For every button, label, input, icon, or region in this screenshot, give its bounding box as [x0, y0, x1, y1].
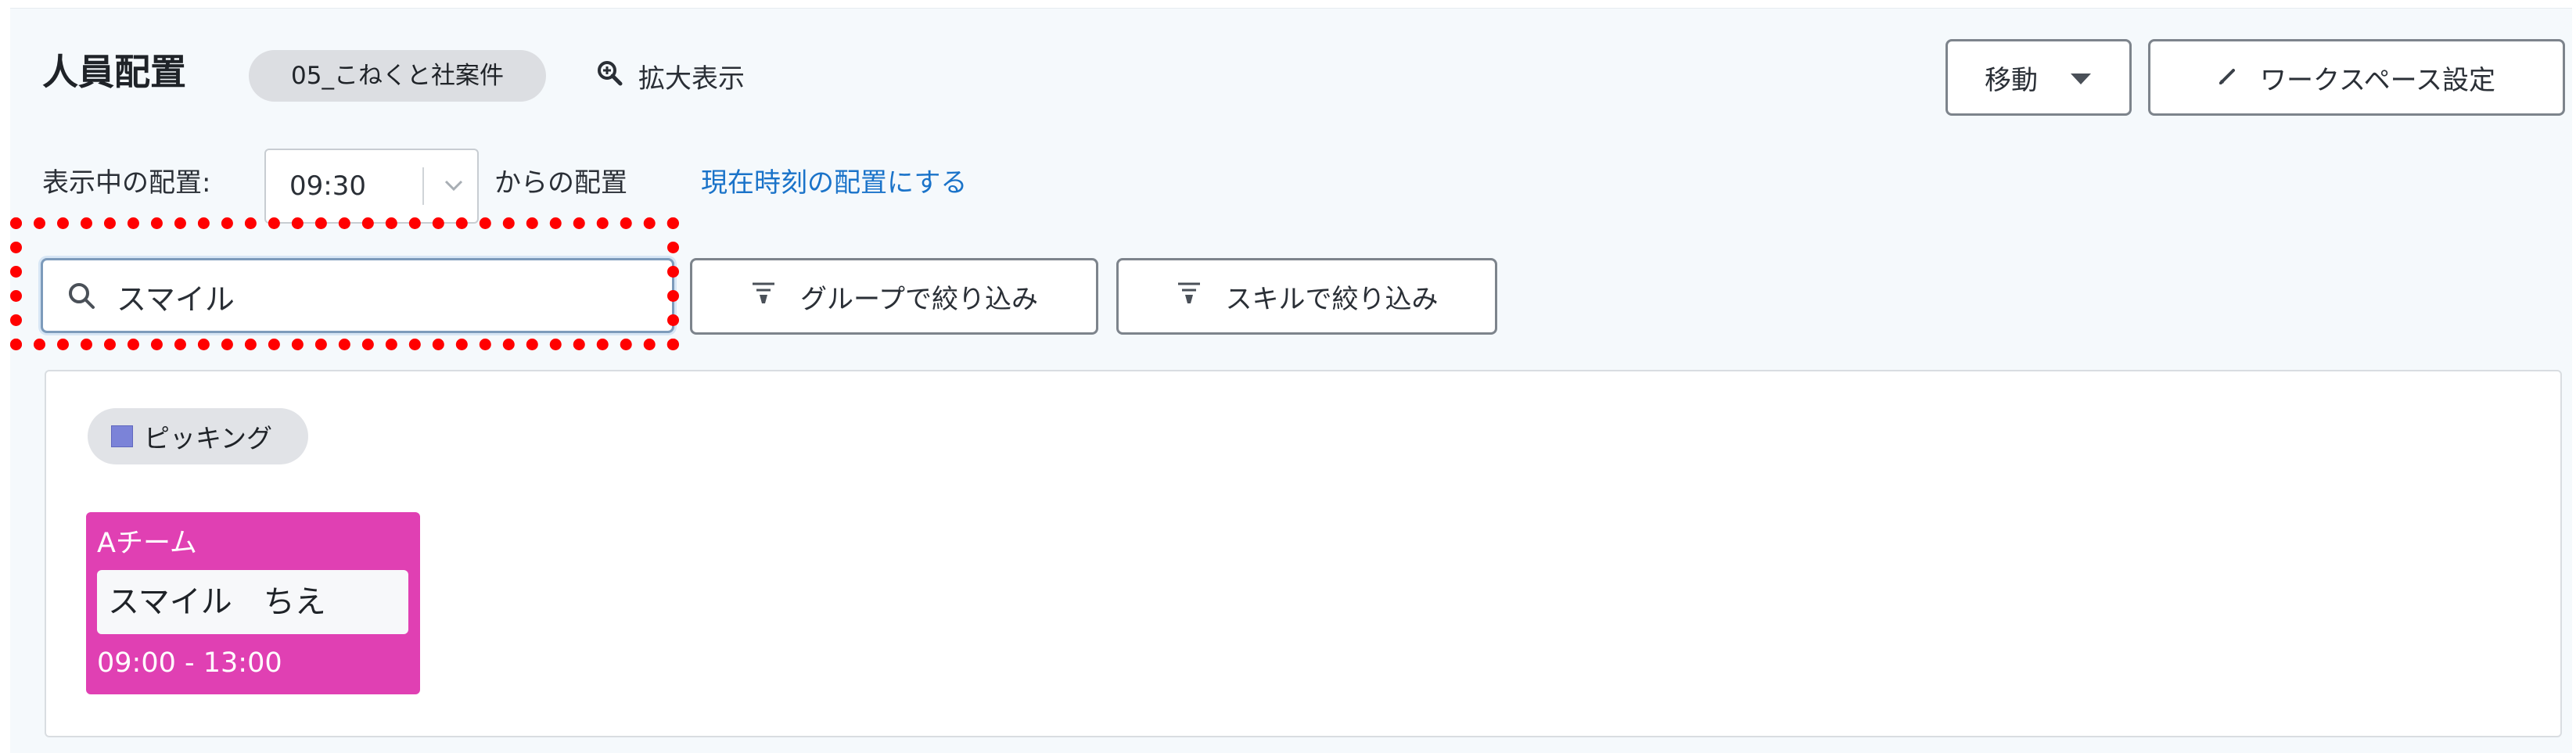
group-filter-button[interactable]: グループで絞り込み [690, 258, 1098, 335]
workspace-settings-button[interactable]: ワークスペース設定 [2148, 39, 2565, 116]
time-select-value: 09:30 [289, 170, 366, 202]
zoom-in-icon [596, 59, 623, 93]
move-dropdown-button[interactable]: 移動 [1945, 39, 2132, 116]
team-name: Aチーム [97, 528, 197, 559]
zoom-label: 拡大表示 [638, 63, 745, 95]
shift-hours: 09:00 - 13:00 [97, 647, 282, 679]
skill-filter-button[interactable]: スキルで絞り込み [1116, 258, 1497, 335]
current-time-placement-link[interactable]: 現在時刻の配置にする [701, 160, 967, 206]
area-color-swatch [111, 425, 133, 447]
from-placement-label: からの配置 [494, 167, 627, 199]
zoom-button[interactable]: 拡大表示 [596, 50, 745, 102]
workspace-settings-label: ワークスペース設定 [2260, 64, 2495, 96]
move-button-label: 移動 [1985, 64, 2038, 96]
area-chip: ピッキング [88, 408, 308, 464]
chevron-down-icon [441, 174, 466, 200]
filter-icon [1176, 280, 1202, 314]
member-chip[interactable]: スマイル ちえ [97, 570, 408, 634]
search-input[interactable] [115, 268, 658, 325]
search-icon [66, 281, 98, 315]
workspace-badge: 05_こねくと社案件 [249, 50, 546, 102]
search-field[interactable] [41, 258, 674, 333]
team-card[interactable]: Aチーム スマイル ちえ 09:00 - 13:00 [86, 512, 420, 694]
time-select[interactable]: 09:30 [264, 149, 479, 224]
area-chip-label: ピッキング [144, 423, 273, 454]
skill-filter-label: スキルで絞り込み [1225, 283, 1439, 315]
select-divider [422, 167, 424, 205]
caret-down-icon [2069, 62, 2093, 93]
displayed-placement-label: 表示中の配置: [42, 167, 211, 199]
pencil-icon [2218, 62, 2238, 93]
group-filter-label: グループで絞り込み [800, 283, 1038, 315]
assignment-board [45, 370, 2562, 737]
page-title: 人員配置 [42, 51, 186, 93]
filter-icon [750, 280, 777, 314]
